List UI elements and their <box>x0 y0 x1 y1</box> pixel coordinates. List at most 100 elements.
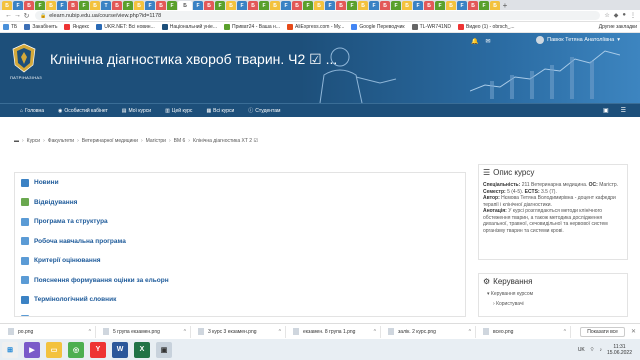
browser-tab[interactable]: F <box>391 1 401 10</box>
star-icon[interactable]: ☆ <box>604 12 609 19</box>
browser-tab[interactable]: F <box>303 1 313 10</box>
show-all-button[interactable]: Показати все <box>580 326 625 337</box>
user-menu[interactable]: Павюк Тетяна Анатоліївна ▾ <box>536 36 620 44</box>
browser-tab[interactable]: Б <box>490 1 500 10</box>
browser-tab[interactable]: F <box>435 1 445 10</box>
new-tab-button[interactable]: + <box>501 1 509 10</box>
browser-tab[interactable]: Б <box>424 1 434 10</box>
activity-link[interactable]: Пояснення формування оцінки за ельорн <box>15 271 465 291</box>
file-explorer-icon[interactable]: ▭ <box>46 341 62 358</box>
messages-icon[interactable]: ✉ <box>485 38 490 45</box>
browser-tab[interactable]: F <box>369 1 379 10</box>
browser-tab[interactable]: F <box>13 1 23 10</box>
browser-tab[interactable]: Б <box>112 1 122 10</box>
close-icon[interactable]: ✕ <box>631 328 636 335</box>
lang-indicator[interactable]: UK <box>578 347 585 353</box>
browser-tab[interactable]: F <box>145 1 155 10</box>
download-item[interactable]: всео.png ^ <box>479 325 571 338</box>
nav-item-my-courses[interactable]: ▤ Мої курси <box>122 108 151 114</box>
url-input[interactable]: 🔒 elearn.nubip.edu.ua/course/view.php?id… <box>35 11 601 20</box>
university-logo-icon[interactable] <box>12 43 36 73</box>
nav-item-all-courses[interactable]: ▦ Всі курси <box>206 108 234 114</box>
browser-tab[interactable]: Б <box>90 1 100 10</box>
browser-tab[interactable]: Б <box>156 1 166 10</box>
activity-link[interactable]: Термінологічний словник <box>15 290 465 310</box>
browser-tab[interactable]: Б <box>468 1 478 10</box>
activity-link[interactable]: Критерії оцінювання <box>15 251 465 271</box>
browser-tab[interactable]: F <box>57 1 67 10</box>
browser-tab[interactable]: F <box>347 1 357 10</box>
nav-item-students[interactable]: ⓘ Студентам <box>248 107 280 115</box>
bookmark-item[interactable]: UKR.NET: Всі новин... <box>96 24 155 30</box>
browser-tab[interactable]: F <box>413 1 423 10</box>
browser-tab[interactable]: F <box>325 1 335 10</box>
browser-tab[interactable]: Б <box>24 1 34 10</box>
activity-link[interactable]: Програма та структура <box>15 212 465 232</box>
viewer-icon[interactable]: ▣ <box>156 341 172 358</box>
browser-tab[interactable]: Б <box>314 1 324 10</box>
download-item[interactable]: 3 курс 3 екзамен.png ^ <box>194 325 286 338</box>
breadcrumb-item[interactable]: Магістри <box>146 138 166 144</box>
bookmark-item[interactable]: TL-WR741ND <box>411 24 451 30</box>
download-item[interactable]: 5 група екзамен.png ^ <box>99 325 191 338</box>
browser-tab[interactable]: Б <box>2 1 12 10</box>
breadcrumb-item[interactable]: Факультети <box>48 138 74 144</box>
media-player-icon[interactable]: ▶ <box>24 341 40 358</box>
browser-tab[interactable]: Б <box>446 1 456 10</box>
bookmark-item[interactable]: Закабінеть <box>24 24 57 30</box>
browser-tab[interactable]: F <box>281 1 291 10</box>
chevron-up-icon[interactable]: ^ <box>184 329 186 335</box>
activity-link[interactable]: Літературні джерела <box>15 310 465 316</box>
notifications-icon[interactable]: 🔔 <box>471 38 478 45</box>
reload-icon[interactable]: ↻ <box>22 12 31 20</box>
browser-tab[interactable]: F <box>123 1 133 10</box>
other-bookmarks[interactable]: Другие закладки <box>599 24 637 30</box>
bookmark-item[interactable]: ТБ <box>3 24 17 30</box>
bookmark-item[interactable]: Приват24 - Ваша н... <box>224 24 280 30</box>
bookmark-item[interactable]: Видео (1) - obrsch_... <box>457 24 515 30</box>
browser-tab[interactable]: Б <box>178 1 192 10</box>
start-icon[interactable]: ⊞ <box>2 341 18 358</box>
nav-item-home[interactable]: ⌂ Головна <box>20 108 44 114</box>
chevron-up-icon[interactable]: ^ <box>374 329 376 335</box>
browser-tab[interactable]: Б <box>46 1 56 10</box>
download-item[interactable]: залік. 2 курс.png ^ <box>384 325 476 338</box>
forward-icon[interactable]: → <box>13 12 22 19</box>
chevron-up-icon[interactable]: ^ <box>89 329 91 335</box>
clock[interactable]: 11:31 15.06.2022 <box>607 344 632 356</box>
browser-tab[interactable]: F <box>479 1 489 10</box>
browser-tab[interactable]: Б <box>402 1 412 10</box>
browser-tab[interactable]: Б <box>380 1 390 10</box>
activity-link[interactable]: Відвідування <box>15 193 465 213</box>
sidebar-item-course-admin[interactable]: ▾ Керування курсом <box>487 291 623 297</box>
network-icon[interactable]: ⌔ <box>590 347 595 353</box>
chevron-up-icon[interactable]: ^ <box>279 329 281 335</box>
activity-link[interactable]: Новини <box>15 173 465 193</box>
breadcrumb-item[interactable]: Ветеринарної медицини <box>82 138 138 144</box>
browser-tab[interactable]: F <box>237 1 247 10</box>
browser-tab[interactable]: Б <box>248 1 258 10</box>
chevron-up-icon[interactable]: ^ <box>564 329 566 335</box>
browser-tab[interactable]: Б <box>226 1 236 10</box>
chrome-icon[interactable]: ◎ <box>68 341 84 358</box>
yandex-icon[interactable]: Y <box>90 341 106 358</box>
profile-icon[interactable]: ● <box>622 12 626 19</box>
browser-tab[interactable]: F <box>259 1 269 10</box>
browser-tab[interactable]: Б <box>134 1 144 10</box>
browser-tab[interactable]: Б <box>292 1 302 10</box>
sidebar-toggle-icon[interactable]: ▣ <box>603 107 609 114</box>
hamburger-menu-icon[interactable]: ☰ <box>621 107 626 114</box>
download-item[interactable]: екзамен. 8 група 1.png ^ <box>289 325 381 338</box>
excel-icon[interactable]: X <box>134 341 150 358</box>
browser-tab[interactable]: F <box>167 1 177 10</box>
download-item[interactable]: ро.png ^ <box>4 325 96 338</box>
browser-tab[interactable]: F <box>193 1 203 10</box>
activity-link[interactable]: Робоча навчальна програма <box>15 232 465 252</box>
menu-icon[interactable]: ⋮ <box>630 12 636 19</box>
browser-tab[interactable]: F <box>215 1 225 10</box>
extensions-icon[interactable]: ◆ <box>614 12 619 19</box>
browser-tab[interactable]: Б <box>204 1 214 10</box>
nav-item-this-course[interactable]: ▥ Цей курс <box>165 108 192 114</box>
chevron-up-icon[interactable]: ^ <box>469 329 471 335</box>
browser-tab[interactable]: Б <box>270 1 280 10</box>
